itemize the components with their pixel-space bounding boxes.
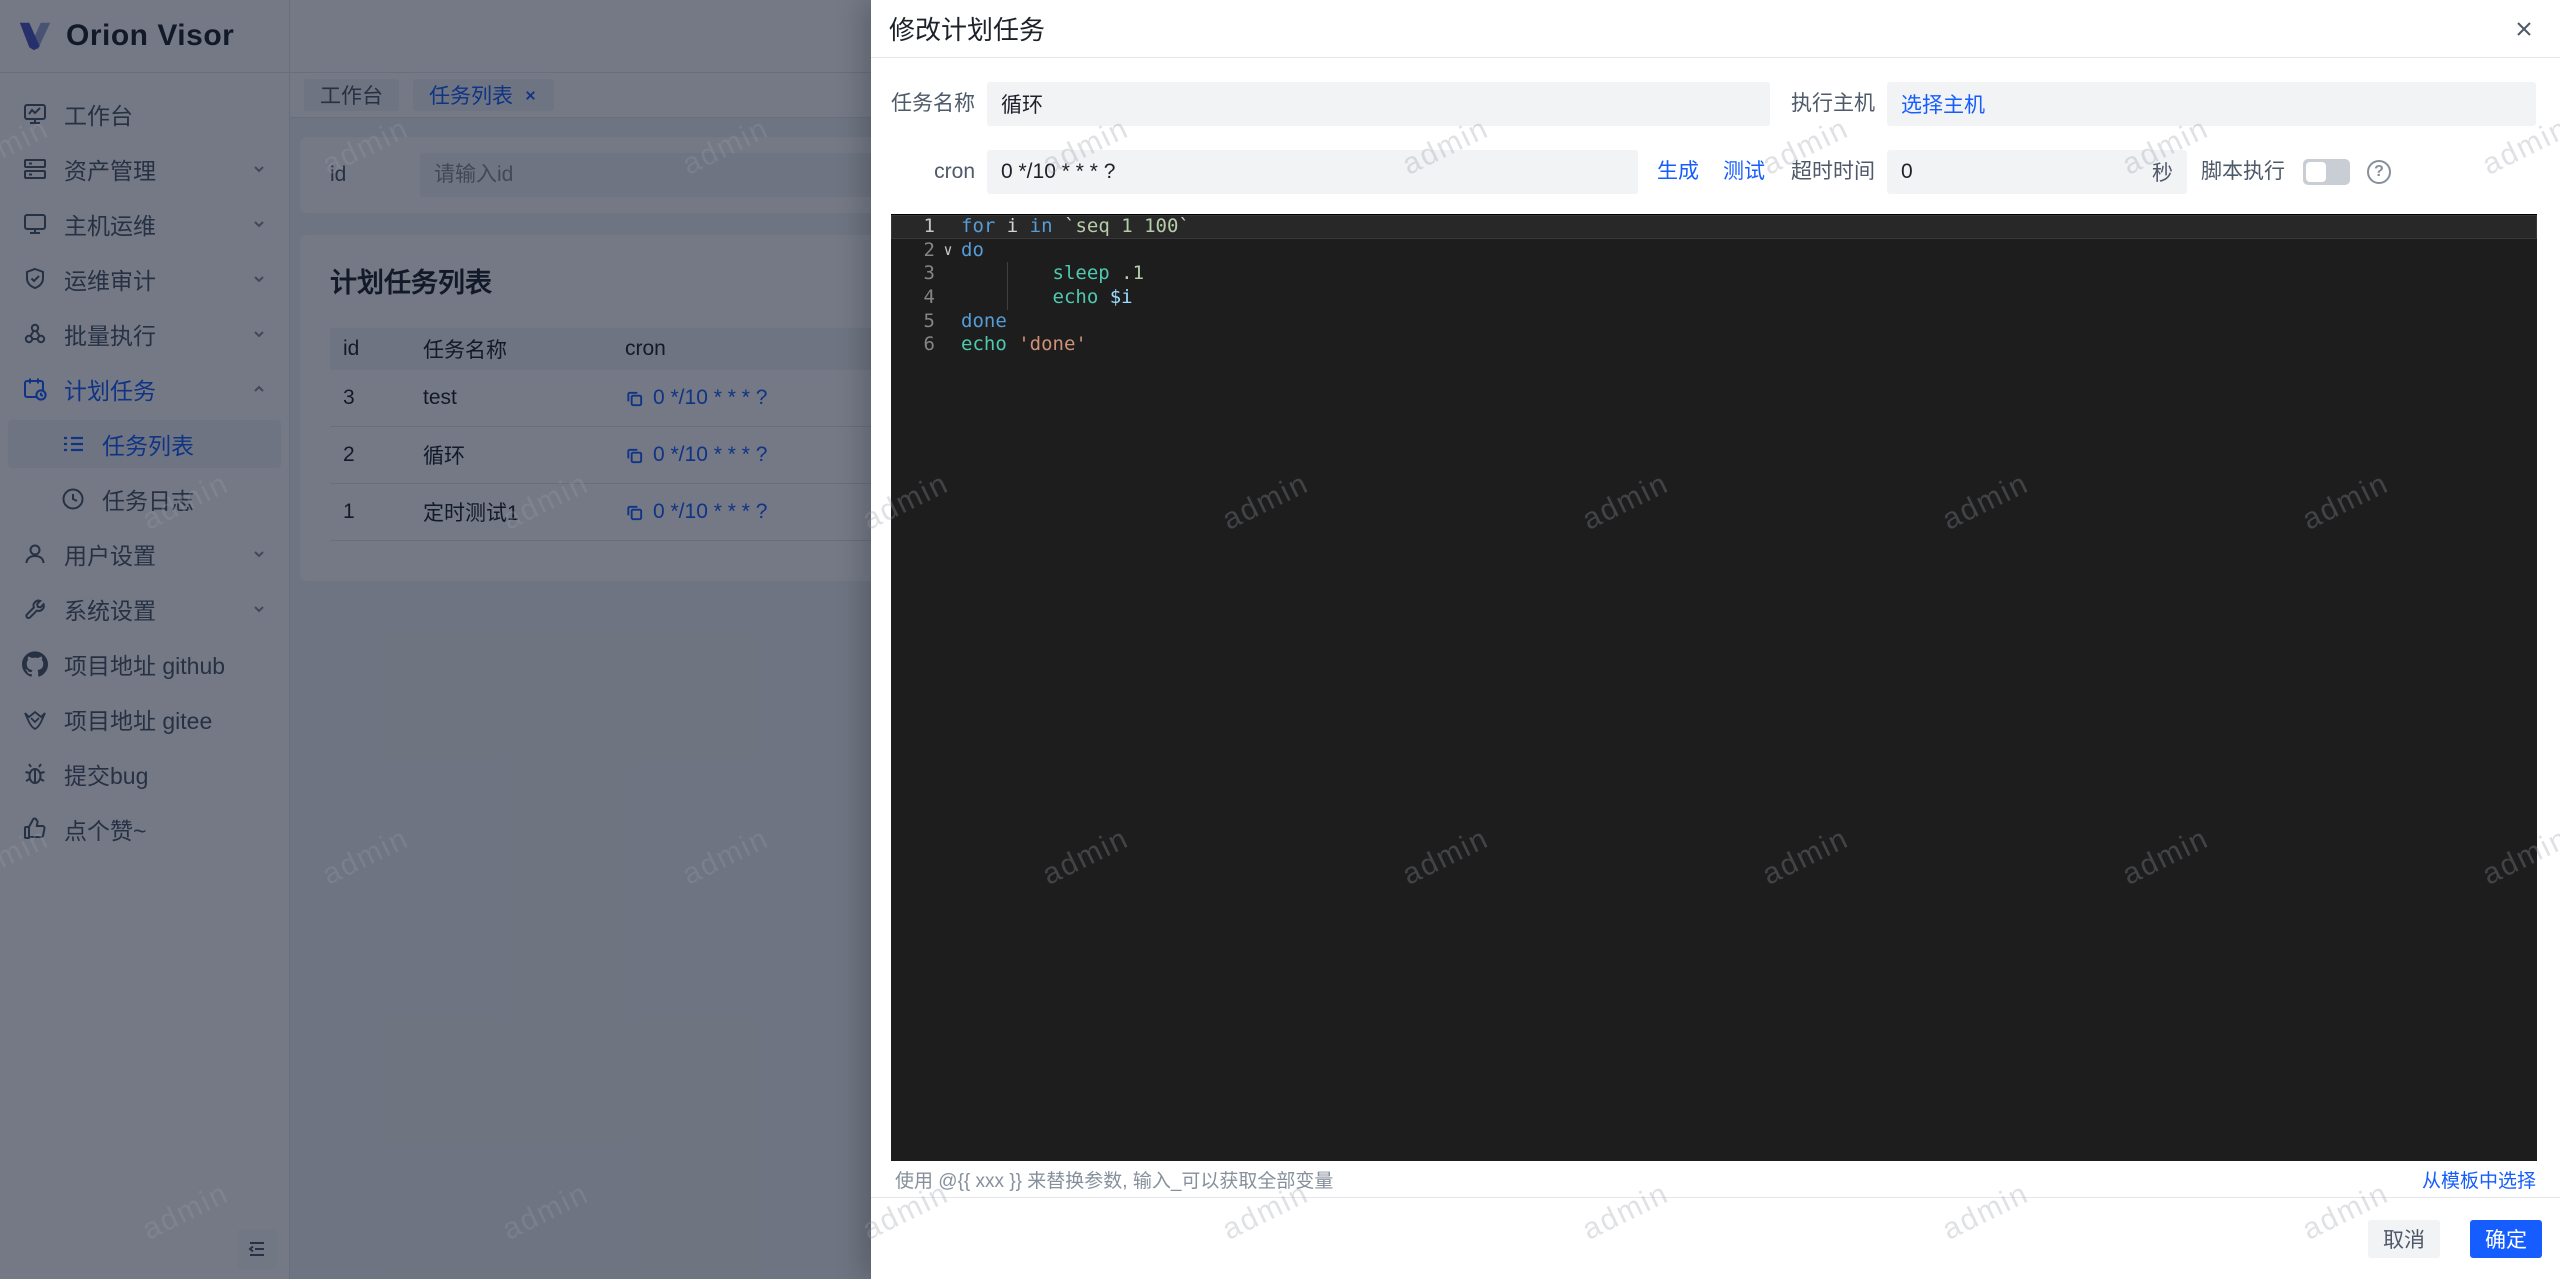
editor-line: 4 echo $i bbox=[923, 286, 1133, 310]
params-hint: 使用 @{{ xxx }} 来替换参数, 输入_可以获取全部变量 bbox=[895, 1170, 1334, 1192]
editor-line: 3 sleep .1 bbox=[923, 262, 1145, 287]
test-cron-link[interactable]: 测试 bbox=[1723, 150, 1765, 194]
close-icon[interactable] bbox=[2512, 17, 2536, 41]
script-exec-toggle[interactable] bbox=[2303, 159, 2350, 185]
toggle-knob bbox=[2306, 162, 2326, 182]
hint-row: 使用 @{{ xxx }} 来替换参数, 输入_可以获取全部变量 从模板中选择 bbox=[895, 1163, 2536, 1195]
timeout-label: 超时时间 bbox=[1791, 160, 1875, 183]
task-name-label: 任务名称 bbox=[891, 92, 975, 115]
editor-line: 5 done bbox=[923, 309, 1007, 332]
select-host-link[interactable]: 选择主机 bbox=[1901, 89, 1985, 119]
drawer-footer: 取消 确定 bbox=[871, 1197, 2560, 1279]
timeout-field[interactable]: 0 秒 bbox=[1887, 150, 2187, 194]
exec-host-label: 执行主机 bbox=[1791, 92, 1875, 115]
timeout-value[interactable]: 0 bbox=[1901, 160, 2152, 184]
cron-label: cron bbox=[934, 160, 975, 183]
generate-cron-link[interactable]: 生成 bbox=[1657, 150, 1699, 194]
editor-line: 1 for i in ` seq 1 100 ` bbox=[891, 215, 2537, 239]
help-icon: ? bbox=[2367, 160, 2391, 184]
editor-line: 2 ∨ do bbox=[923, 238, 984, 261]
drawer-title: 修改计划任务 bbox=[889, 15, 1046, 45]
script-code-editor[interactable]: 1 for i in ` seq 1 100 ` 2 ∨ do 3 sleep .1 4 ech… bbox=[891, 214, 2537, 1161]
timeout-unit: 秒 bbox=[2152, 162, 2173, 185]
script-exec-label: 脚本执行 bbox=[2201, 160, 2285, 183]
task-name-input[interactable] bbox=[987, 82, 1770, 126]
cron-input[interactable] bbox=[987, 150, 1638, 194]
host-select-field[interactable]: 选择主机 bbox=[1887, 82, 2536, 126]
confirm-button[interactable]: 确定 bbox=[2470, 1220, 2542, 1258]
cancel-button[interactable]: 取消 bbox=[2368, 1220, 2440, 1258]
select-from-template-link[interactable]: 从模板中选择 bbox=[2422, 1166, 2536, 1193]
edit-task-drawer: 修改计划任务 任务名称 执行主机 选择主机 cron 生成 测试 超时时间 0 … bbox=[871, 0, 2560, 1279]
drawer-header: 修改计划任务 bbox=[871, 0, 2560, 58]
editor-line: 6 echo 'done' bbox=[923, 333, 1087, 356]
